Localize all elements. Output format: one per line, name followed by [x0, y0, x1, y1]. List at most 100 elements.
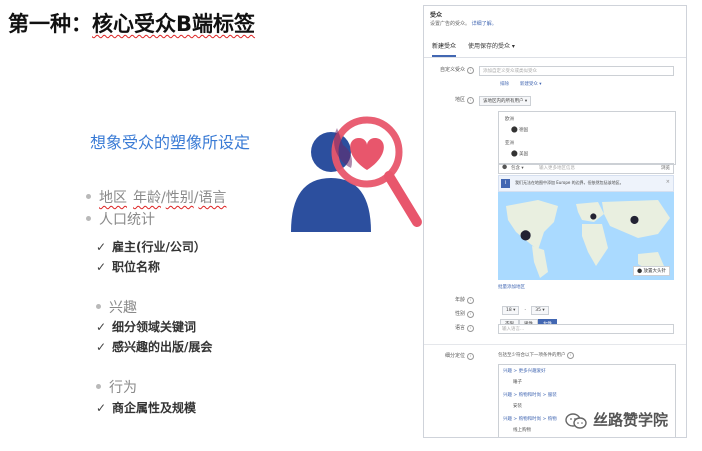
interest-item[interactable]: 安装 — [513, 403, 522, 409]
label-text: 语言 — [454, 325, 465, 331]
pin-icon: ⬤ — [502, 165, 508, 170]
heart-icon — [350, 138, 384, 170]
pin-icon: ⬤ — [511, 126, 518, 133]
audience-illustration — [291, 116, 422, 232]
slide-title: 第一种：核心受众B端标签 — [8, 8, 255, 38]
bullet-text: 行为 — [109, 380, 137, 396]
label-text: 性别 — [454, 311, 465, 317]
bullet-dot — [86, 215, 91, 221]
bulk-add-link[interactable]: 批量添加地区 — [498, 284, 525, 290]
region-label: 亚洲 — [505, 141, 514, 146]
drop-pin-button[interactable]: ⬤ 放置大头针 — [633, 266, 670, 276]
check-icon: ✓ — [96, 320, 107, 334]
age-label: 年龄 i — [455, 296, 474, 304]
tab-divider — [424, 57, 686, 58]
check-icon: ✓ — [96, 240, 107, 254]
browse-button[interactable]: 浏览 — [661, 165, 670, 171]
slide-subtitle: 想象受众的塑像所设定 — [90, 133, 251, 152]
panel-desc-text: 设置广告的受众。 — [430, 21, 471, 27]
location-name: 德国 — [519, 128, 529, 133]
info-icon[interactable]: i — [467, 97, 474, 104]
check-icon: ✓ — [96, 260, 107, 274]
language-input[interactable]: 输入语言... — [498, 324, 674, 334]
check-text: 职位名称 — [112, 260, 161, 274]
check-text: 感兴趣的出版/展会 — [112, 340, 213, 354]
info-icon[interactable]: i — [467, 297, 474, 304]
label-text: 地区 — [454, 97, 465, 103]
info-icon[interactable]: i — [467, 353, 474, 360]
info-icon[interactable]: i — [467, 67, 474, 74]
bullet-text-region: 地区 — [99, 190, 127, 206]
pin-icon: ⬤ — [511, 150, 518, 157]
bullet-location-age: 地区 年龄/性别/语言 — [86, 187, 226, 207]
check-item: ✓ 商企属性及规模 — [96, 399, 196, 416]
location-map[interactable]: ⬤ ⬤ ⬤ ⬤ 放置大头针 — [498, 192, 674, 280]
check-item: ✓ 感兴趣的出版/展会 — [96, 338, 212, 355]
location-item: ⬤ 美国 — [511, 150, 528, 157]
check-item: ✓ 职位名称 — [96, 258, 160, 275]
bullet-dot — [86, 193, 91, 199]
bullet-interests: 兴趣 — [96, 297, 137, 317]
bullet-text: 兴趣 — [109, 300, 137, 316]
check-text: 细分领域关键词 — [112, 320, 197, 334]
interest-item[interactable]: 睡子 — [513, 379, 522, 385]
bullet-dot — [96, 303, 101, 309]
interest-category: 兴趣 > 更多兴趣爱好 — [503, 369, 546, 374]
label-text: 年龄 — [454, 297, 465, 303]
check-item: ✓ 细分领域关键词 — [96, 318, 196, 335]
bullet-text-gender: 性别 — [165, 190, 194, 206]
gender-label: 性别 i — [455, 310, 474, 318]
label-text: 自定义受众 — [439, 67, 465, 73]
title-prefix: 第一种： — [8, 12, 92, 36]
map-notice-text: 我们无法在地图中添加 Europe 的边界，但依然包括该地区。 — [515, 180, 624, 185]
wechat-icon — [565, 412, 587, 429]
bullet-text-language: 语言 — [198, 190, 227, 206]
location-scope-dropdown[interactable]: 该地区内的所有用户 ▾ — [479, 96, 532, 106]
audience-panel: 受众 设置广告的受众。 详细了解。 新建受众 使用保存的受众 ▾ 自定义受众 i … — [423, 5, 687, 438]
info-icon[interactable]: i — [467, 311, 474, 318]
info-icon: i — [501, 179, 510, 188]
check-icon: ✓ — [96, 340, 107, 354]
map-pin-icon: ⬤ — [630, 215, 639, 224]
pin-icon: ⬤ — [637, 269, 643, 274]
location-search-input[interactable]: 输入更多地区信息 — [539, 165, 575, 171]
custom-audience-input[interactable]: 添加自定义受众或类似受众 — [479, 66, 674, 76]
detailed-targeting-label: 细分定位 i — [445, 352, 474, 360]
check-text: 商企属性及规模 — [112, 401, 197, 415]
bullet-text: 人口统计 — [99, 212, 155, 228]
exclude-links: 排除 新建受众 ▾ — [500, 81, 542, 87]
location-label: 地区 i — [455, 96, 474, 104]
title-main: 核心受众B端标签 — [92, 12, 256, 36]
map-notice: i 我们无法在地图中添加 Europe 的边界，但依然包括该地区。 × — [498, 175, 674, 192]
interest-category: 兴趣 > 购物和时尚 > 购物 — [503, 417, 557, 422]
location-item: ⬤ 德国 — [511, 126, 528, 133]
interest-item[interactable]: 线上购物 — [513, 427, 531, 433]
language-label: 语言 i — [455, 324, 474, 332]
section-divider — [424, 344, 686, 345]
drop-pin-label: 放置大头针 — [643, 269, 667, 274]
include-dropdown[interactable]: 包含 ▾ — [511, 165, 524, 171]
interest-category: 兴趣 > 购物和时尚 > 服装 — [503, 393, 557, 398]
custom-audience-label: 自定义受众 i — [440, 66, 474, 74]
bullet-dot — [96, 383, 101, 389]
close-icon[interactable]: × — [666, 179, 670, 185]
audience-tabs: 新建受众 使用保存的受众 ▾ — [432, 41, 686, 57]
map-pin-icon: ⬤ — [590, 213, 597, 220]
info-icon[interactable]: i — [467, 325, 474, 332]
region-label: 欧洲 — [505, 117, 514, 122]
info-icon[interactable]: i — [566, 352, 574, 359]
check-icon: ✓ — [96, 401, 107, 415]
panel-title: 受众 — [430, 12, 443, 19]
detailed-desc: 包括至少符合以下一项条件的用户 i — [498, 352, 574, 359]
bullet-text-age: 年龄 — [133, 190, 161, 206]
location-list: 欧洲 ⬤ 德国 亚洲 ⬤ 美国 — [498, 111, 676, 165]
new-audience-dropdown[interactable]: 新建受众 ▾ — [520, 82, 542, 87]
tab-saved-audience[interactable]: 使用保存的受众 ▾ — [468, 41, 515, 57]
learn-more-link[interactable]: 详细了解。 — [472, 21, 497, 27]
exclude-link[interactable]: 排除 — [500, 82, 509, 87]
location-search-row: ⬤ 包含 ▾ 输入更多地区信息 浏览 — [498, 163, 674, 174]
watermark: 丝路赞学院 — [565, 409, 668, 430]
label-text: 细分定位 — [444, 353, 465, 359]
bullet-behaviors: 行为 — [96, 377, 137, 397]
tab-new-audience[interactable]: 新建受众 — [432, 41, 457, 57]
